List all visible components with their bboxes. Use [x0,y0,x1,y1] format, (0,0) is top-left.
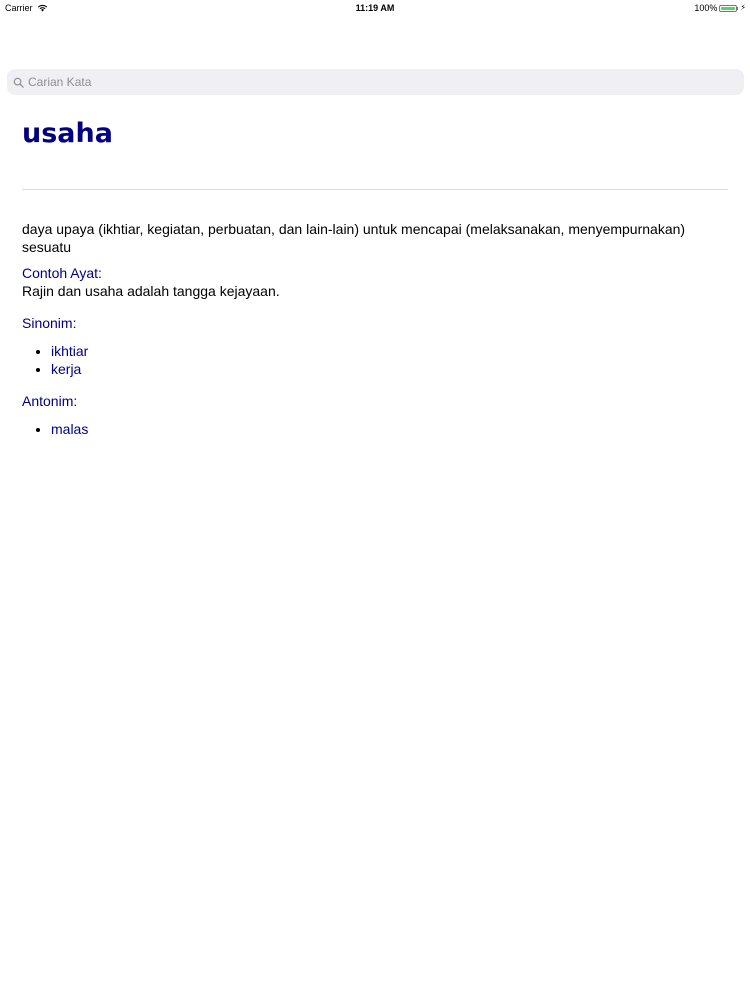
example-label: Contoh Ayat: [22,265,102,282]
divider [22,189,728,191]
synonym-label: Sinonim: [22,315,77,332]
synonym-item: ikhtiar [51,342,728,360]
synonym-list: ikhtiar kerja [22,342,728,378]
search-input[interactable] [28,75,728,89]
search-bar[interactable] [7,69,744,95]
battery-icon [719,4,738,12]
search-icon [13,77,24,88]
status-time: 11:19 AM [355,3,395,13]
battery-tip [737,6,739,10]
entry-content: usaha daya upaya (ikhtiar, kegiatan, per… [22,118,728,438]
status-bar: Carrier 11:19 AM 100% ⚡ [0,0,750,16]
synonym-link[interactable]: ikhtiar [51,343,88,359]
word-title: usaha [22,118,113,149]
example-text: Rajin dan usaha adalah tangga kejayaan. [22,283,280,300]
antonym-link[interactable]: malas [51,421,88,437]
synonym-item: kerja [51,360,728,378]
battery-level [721,6,736,10]
charging-icon: ⚡ [740,3,746,12]
antonym-item: malas [51,420,728,438]
synonym-link[interactable]: kerja [51,361,81,377]
status-right: 100% ⚡ [694,3,746,13]
definition-text: daya upaya (ikhtiar, kegiatan, perbuatan… [22,221,686,256]
antonym-label: Antonim: [22,393,78,410]
antonym-list: malas [22,420,728,438]
battery-percentage: 100% [694,3,718,13]
